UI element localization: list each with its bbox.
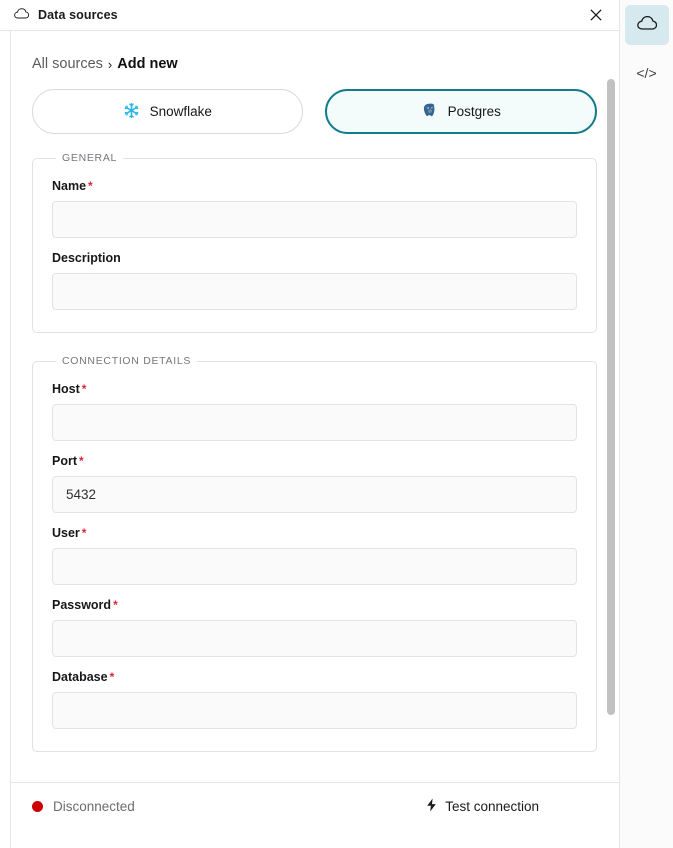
field-name-label: Name * — [52, 179, 577, 193]
field-port-label-text: Port — [52, 454, 77, 468]
form-scrollbar-track[interactable] — [607, 73, 615, 788]
data-sources-panel: Data sources All sources › Add new Snowf… — [0, 0, 619, 848]
field-name: Name * — [52, 179, 577, 238]
window-title: Data sources — [38, 8, 118, 22]
required-marker: * — [88, 179, 93, 193]
field-name-label-text: Name — [52, 179, 87, 193]
rail-item-code[interactable]: </> — [625, 53, 669, 93]
code-brackets-icon: </> — [636, 65, 657, 81]
breadcrumb-current: Add new — [117, 56, 178, 72]
field-database: Database * — [52, 670, 577, 729]
form-scroll-area[interactable]: All sources › Add new Snowflake Postgres… — [11, 31, 619, 782]
panel-left-gutter — [0, 31, 11, 848]
source-tab-postgres[interactable]: Postgres — [324, 89, 597, 134]
source-tab-snowflake[interactable]: Snowflake — [32, 89, 303, 134]
description-input[interactable] — [52, 273, 577, 310]
database-input[interactable] — [52, 692, 577, 729]
required-marker: * — [109, 670, 115, 684]
right-icon-rail: </> — [619, 0, 673, 848]
host-input[interactable] — [52, 404, 577, 441]
field-user-label-text: User — [52, 526, 80, 540]
field-description-label: Description — [52, 251, 121, 265]
field-password: Password * — [52, 598, 577, 657]
field-port-label: Port * — [52, 454, 577, 468]
test-connection-label: Test connection — [445, 799, 539, 814]
connection-status: Disconnected — [32, 799, 426, 814]
user-input[interactable] — [52, 548, 577, 585]
required-marker: * — [81, 382, 87, 396]
field-port: Port * — [52, 454, 577, 513]
connection-status-label: Disconnected — [53, 799, 135, 814]
field-description: Description — [52, 251, 577, 310]
port-input[interactable] — [52, 476, 577, 513]
required-marker: * — [81, 526, 87, 540]
field-user: User * — [52, 526, 577, 585]
breadcrumb-all-sources[interactable]: All sources — [32, 56, 103, 72]
required-marker: * — [113, 598, 118, 612]
form-scrollbar-thumb[interactable] — [607, 79, 615, 715]
data-sources-window: Data sources All sources › Add new Snowf… — [0, 0, 673, 848]
connection-details-section: CONNECTION DETAILS Host * Port * 5432 Us… — [32, 355, 597, 752]
test-connection-button[interactable]: Test connection — [426, 798, 597, 815]
source-type-tabs: Snowflake Postgres — [32, 89, 597, 134]
field-user-label: User * — [52, 526, 577, 540]
field-password-label: Password * — [52, 598, 577, 612]
postgres-elephant-icon — [421, 102, 438, 122]
field-host: Host * — [52, 382, 577, 441]
panel-body: All sources › Add new Snowflake Postgres… — [0, 31, 619, 848]
breadcrumb-separator: › — [107, 56, 113, 72]
field-database-label: Database * — [52, 670, 577, 684]
field-host-label: Host * — [52, 382, 577, 396]
window-titlebar: Data sources — [0, 0, 619, 31]
source-tab-snowflake-label: Snowflake — [149, 104, 212, 119]
general-section-legend: GENERAL — [62, 152, 118, 164]
lightning-bolt-icon — [426, 798, 437, 815]
panel-bottom-spacer — [11, 830, 619, 848]
source-tab-postgres-label: Postgres — [447, 104, 501, 119]
name-input[interactable] — [52, 201, 577, 238]
snowflake-icon — [123, 102, 140, 122]
connection-details-legend: CONNECTION DETAILS — [62, 355, 192, 367]
field-password-label-text: Password — [52, 598, 112, 612]
titlebar-left: Data sources — [14, 6, 586, 24]
status-dot-icon — [32, 801, 43, 812]
required-marker: * — [79, 454, 84, 468]
password-input[interactable] — [52, 620, 577, 657]
field-host-label-text: Host — [52, 382, 80, 396]
rail-item-data-sources[interactable] — [624, 5, 669, 45]
field-database-label-text: Database — [52, 670, 108, 684]
close-icon[interactable] — [586, 5, 606, 25]
panel-main: All sources › Add new Snowflake Postgres… — [11, 31, 619, 848]
cloud-icon — [636, 15, 657, 35]
general-section: GENERAL Name * Description — [32, 152, 597, 333]
connection-statusbar: Disconnected Test connection — [11, 782, 619, 830]
breadcrumb: All sources › Add new — [32, 31, 597, 72]
cloud-icon — [14, 6, 30, 24]
